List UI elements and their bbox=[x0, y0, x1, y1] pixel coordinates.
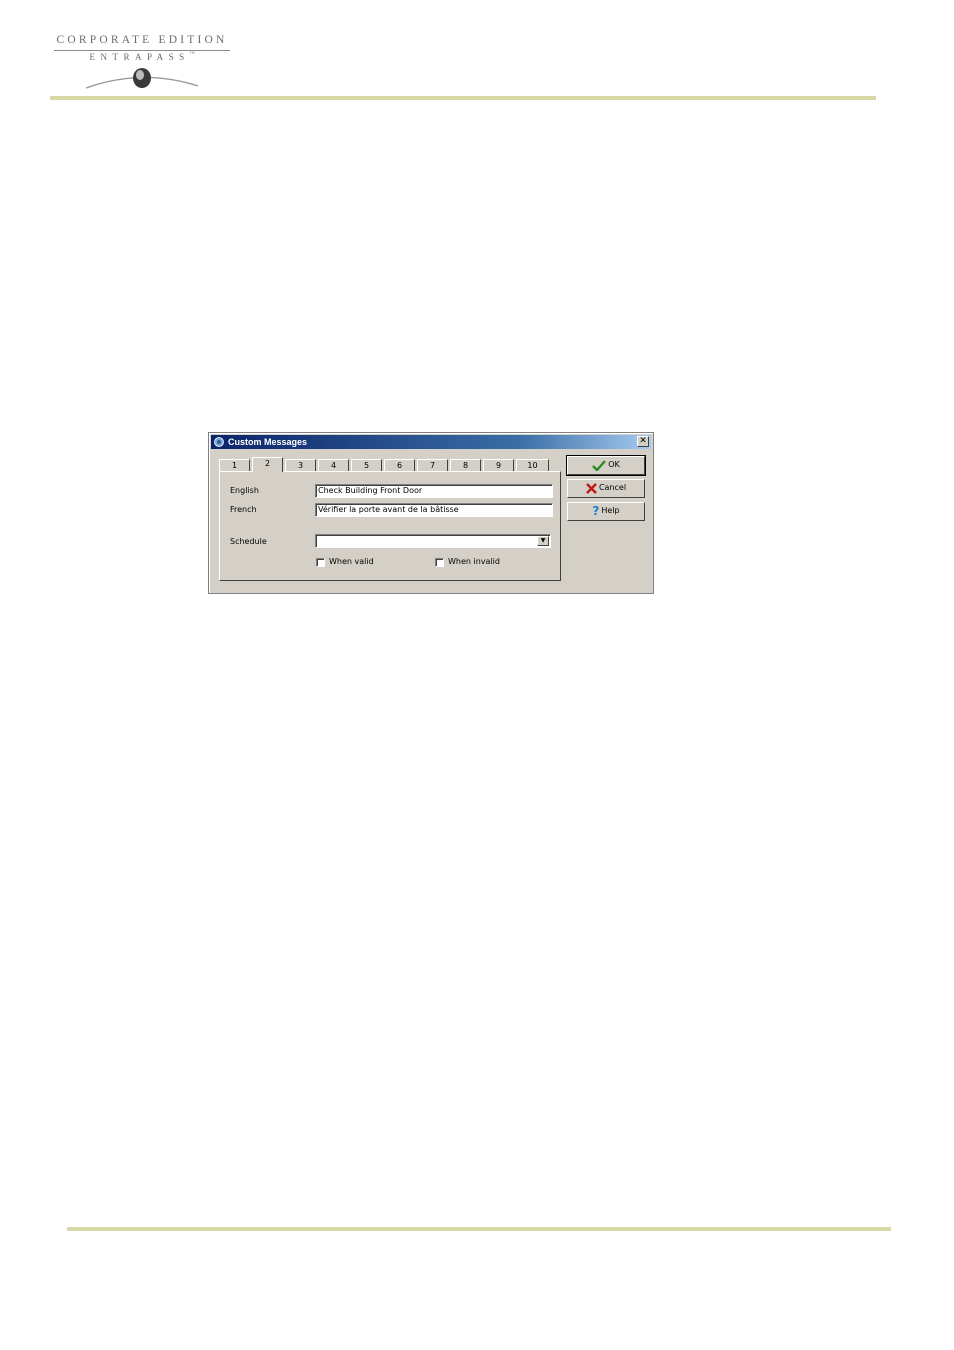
tab-9[interactable]: 9 bbox=[483, 459, 514, 471]
custom-messages-dialog: Custom Messages ✕ 1 2 3 4 5 6 7 8 9 10 E… bbox=[208, 432, 654, 594]
english-field[interactable]: Check Building Front Door bbox=[315, 484, 553, 498]
when-valid-checkbox[interactable] bbox=[316, 558, 325, 567]
tab-6[interactable]: 6 bbox=[384, 459, 415, 471]
help-label: Help bbox=[601, 506, 620, 515]
chevron-down-icon[interactable]: ▼ bbox=[537, 536, 549, 546]
x-icon bbox=[586, 482, 597, 494]
tab-4[interactable]: 4 bbox=[318, 459, 349, 471]
cancel-label: Cancel bbox=[598, 483, 627, 492]
when-invalid-label: When invalid bbox=[448, 557, 500, 566]
title-bar[interactable]: Custom Messages ✕ bbox=[211, 435, 651, 449]
dialog-title: Custom Messages bbox=[228, 437, 308, 447]
french-label: French bbox=[230, 505, 257, 514]
schedule-dropdown[interactable]: ▼ bbox=[315, 534, 551, 548]
footer-rule bbox=[67, 1227, 891, 1231]
ok-label: OK bbox=[608, 460, 620, 469]
ok-button[interactable]: OK bbox=[566, 455, 646, 476]
logo-line-2: ENTRAPASS™ bbox=[89, 52, 195, 62]
french-field[interactable]: Vérifier la porte avant de la bâtisse bbox=[315, 503, 553, 517]
close-button[interactable]: ✕ bbox=[637, 436, 649, 447]
header-rule bbox=[50, 96, 876, 100]
tab-5[interactable]: 5 bbox=[351, 459, 382, 471]
tab-panel: English Check Building Front Door French… bbox=[219, 471, 561, 581]
help-button[interactable]: ? Help bbox=[567, 502, 645, 521]
help-icon: ? bbox=[592, 504, 600, 518]
logo-divider bbox=[54, 50, 230, 51]
tab-1[interactable]: 1 bbox=[219, 459, 250, 471]
english-label: English bbox=[230, 486, 259, 495]
tab-2[interactable]: 2 bbox=[252, 457, 283, 472]
tab-3[interactable]: 3 bbox=[285, 459, 316, 471]
tab-10[interactable]: 10 bbox=[516, 459, 549, 471]
check-icon bbox=[592, 459, 607, 471]
logo-line-1: CORPORATE EDITION bbox=[56, 34, 228, 46]
corporate-edition-entrapass-logo: CORPORATE EDITION ENTRAPASS™ bbox=[52, 34, 232, 94]
schedule-label: Schedule bbox=[230, 537, 267, 546]
tab-7[interactable]: 7 bbox=[417, 459, 448, 471]
app-icon bbox=[214, 437, 224, 447]
tab-8[interactable]: 8 bbox=[450, 459, 481, 471]
close-icon: ✕ bbox=[639, 436, 647, 446]
logo-swoosh-icon bbox=[85, 68, 199, 89]
when-invalid-checkbox[interactable] bbox=[435, 558, 444, 567]
cancel-button[interactable]: Cancel bbox=[567, 479, 645, 498]
when-valid-label: When valid bbox=[329, 557, 374, 566]
